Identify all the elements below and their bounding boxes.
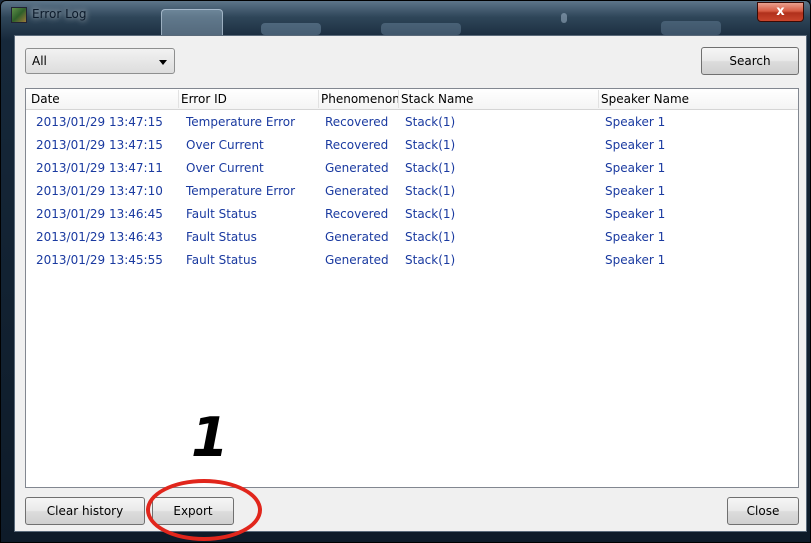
cell-error-id: Fault Status [186, 207, 257, 221]
cell-phenomenon: Recovered [325, 207, 389, 221]
cell-stack-name: Stack(1) [405, 161, 456, 175]
column-header-error-id[interactable]: Error ID [181, 92, 227, 106]
column-divider[interactable] [318, 90, 319, 108]
cell-stack-name: Stack(1) [405, 230, 456, 244]
cell-date: 2013/01/29 13:46:45 [36, 207, 163, 221]
background-glass-artifact [661, 21, 721, 35]
cell-speaker-name: Speaker 1 [605, 138, 666, 152]
column-header-stack-name[interactable]: Stack Name [401, 92, 473, 106]
cell-speaker-name: Speaker 1 [605, 253, 666, 267]
cell-stack-name: Stack(1) [405, 207, 456, 221]
cell-speaker-name: Speaker 1 [605, 207, 666, 221]
cell-phenomenon: Recovered [325, 138, 389, 152]
cell-error-id: Fault Status [186, 253, 257, 267]
cell-date: 2013/01/29 13:47:15 [36, 115, 163, 129]
window-title: Error Log [32, 7, 87, 21]
table-row[interactable]: 2013/01/29 13:46:45 Fault Status Recover… [26, 202, 798, 225]
cell-stack-name: Stack(1) [405, 253, 456, 267]
error-log-list[interactable]: Date Error ID Phenomenon Stack Name Spea… [25, 88, 799, 488]
cell-phenomenon: Generated [325, 230, 389, 244]
cell-date: 2013/01/29 13:47:11 [36, 161, 163, 175]
cell-error-id: Temperature Error [186, 184, 296, 198]
clear-history-button[interactable]: Clear history [25, 497, 145, 525]
cell-stack-name: Stack(1) [405, 184, 456, 198]
cell-phenomenon: Recovered [325, 115, 389, 129]
table-row[interactable]: 2013/01/29 13:47:10 Temperature Error Ge… [26, 179, 798, 202]
column-divider[interactable] [178, 90, 179, 108]
cell-phenomenon: Generated [325, 253, 389, 267]
cell-date: 2013/01/29 13:46:43 [36, 230, 163, 244]
highlight-ring-annotation [146, 479, 262, 541]
background-glass-artifact [261, 23, 321, 35]
column-header-date[interactable]: Date [31, 92, 60, 106]
close-button[interactable]: Close [727, 497, 799, 525]
cell-error-id: Fault Status [186, 230, 257, 244]
dialog-client-area: All Search Date Error ID Phenomenon Stac… [14, 35, 807, 532]
cell-speaker-name: Speaker 1 [605, 184, 666, 198]
table-row[interactable]: 2013/01/29 13:47:11 Over Current Generat… [26, 156, 798, 179]
column-header-phenomenon[interactable]: Phenomenon [321, 92, 400, 106]
cell-phenomenon: Generated [325, 161, 389, 175]
app-icon [11, 7, 27, 23]
table-row[interactable]: 2013/01/29 13:47:15 Temperature Error Re… [26, 110, 798, 133]
cell-phenomenon: Generated [325, 184, 389, 198]
table-row[interactable]: 2013/01/29 13:47:15 Over Current Recover… [26, 133, 798, 156]
cell-error-id: Temperature Error [186, 115, 296, 129]
cell-stack-name: Stack(1) [405, 138, 456, 152]
background-glass-artifact [381, 23, 461, 35]
column-divider[interactable] [598, 90, 599, 108]
title-bar[interactable]: Error Log x [1, 1, 810, 39]
step-number-annotation: 1 [191, 406, 229, 469]
filter-selected-value: All [32, 54, 47, 68]
list-rows: 2013/01/29 13:47:15 Temperature Error Re… [26, 110, 798, 271]
cell-error-id: Over Current [186, 161, 264, 175]
cell-date: 2013/01/29 13:47:10 [36, 184, 163, 198]
table-row[interactable]: 2013/01/29 13:45:55 Fault Status Generat… [26, 248, 798, 271]
cell-date: 2013/01/29 13:47:15 [36, 138, 163, 152]
window-close-button[interactable]: x [757, 2, 804, 22]
background-glass-artifact [561, 13, 567, 23]
cell-date: 2013/01/29 13:45:55 [36, 253, 163, 267]
table-row[interactable]: 2013/01/29 13:46:43 Fault Status Generat… [26, 225, 798, 248]
column-divider[interactable] [398, 90, 399, 108]
column-header-speaker-name[interactable]: Speaker Name [601, 92, 689, 106]
chevron-down-icon [159, 60, 167, 65]
cell-error-id: Over Current [186, 138, 264, 152]
cell-speaker-name: Speaker 1 [605, 230, 666, 244]
error-log-window: Error Log x All Search Date Error ID Phe… [0, 0, 811, 543]
filter-dropdown[interactable]: All [25, 48, 175, 74]
cell-stack-name: Stack(1) [405, 115, 456, 129]
search-button[interactable]: Search [701, 47, 799, 75]
cell-speaker-name: Speaker 1 [605, 161, 666, 175]
list-header: Date Error ID Phenomenon Stack Name Spea… [26, 89, 798, 110]
cell-speaker-name: Speaker 1 [605, 115, 666, 129]
